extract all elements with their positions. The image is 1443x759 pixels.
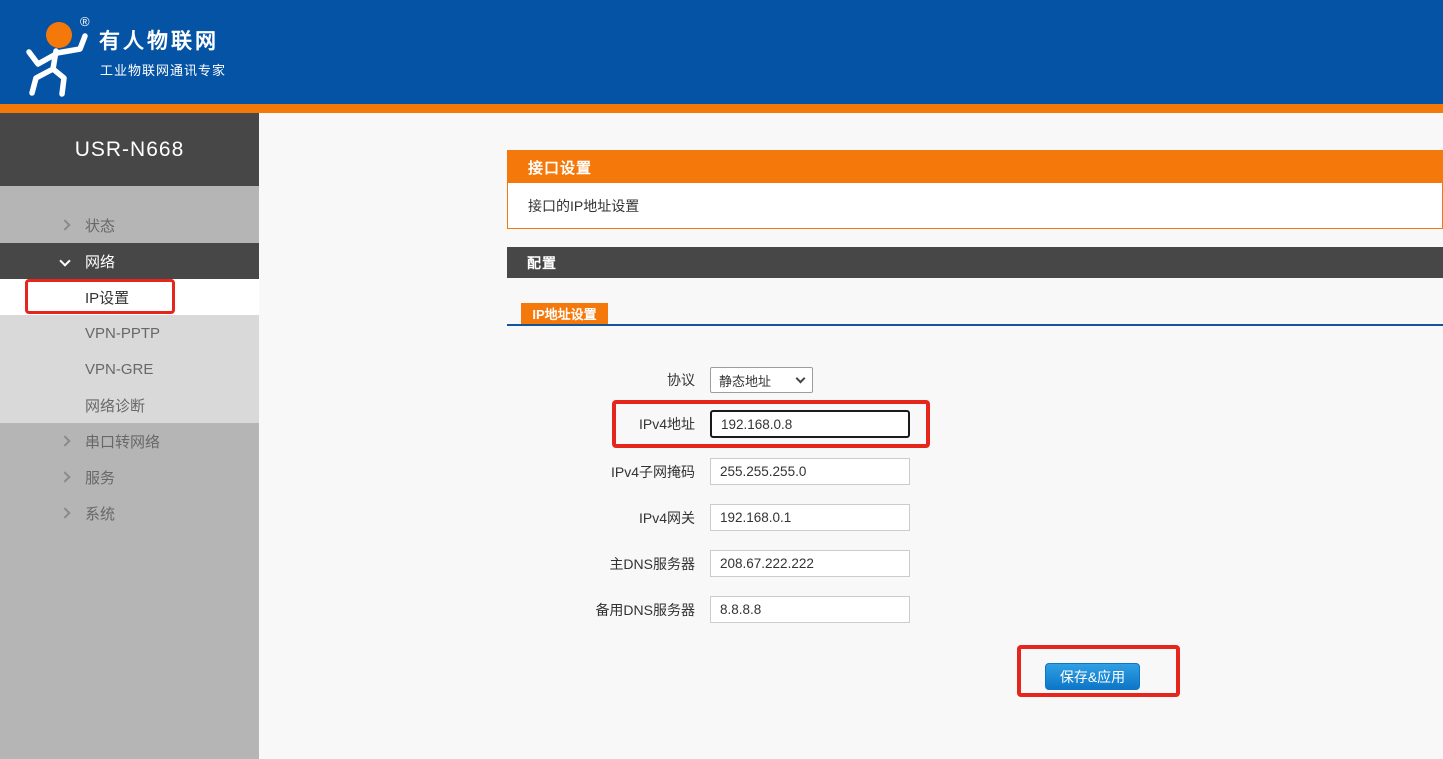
brand-title: 有人物联网 xyxy=(99,25,219,55)
tab-underline xyxy=(507,324,1443,326)
form-row-primary-dns: 主DNS服务器 xyxy=(507,550,910,577)
primary-dns-input[interactable] xyxy=(710,550,910,577)
chevron-right-icon xyxy=(59,219,70,230)
ipv4-netmask-label: IPv4子网掩码 xyxy=(507,462,695,482)
sidebar-item-vpn-gre[interactable]: VPN-GRE xyxy=(0,351,259,387)
form-row-ipv4-address: IPv4地址 xyxy=(507,410,910,438)
backup-dns-input[interactable] xyxy=(710,596,910,623)
form-row-ipv4-netmask: IPv4子网掩码 xyxy=(507,458,910,485)
chevron-down-icon xyxy=(59,255,70,266)
sidebar: USR-N668 状态 网络 IP设置 VPN-PPTP VPN-GRE 网络诊… xyxy=(0,113,259,759)
chevron-right-icon xyxy=(59,435,70,446)
select-chevron-down-icon xyxy=(796,374,806,384)
form-row-backup-dns: 备用DNS服务器 xyxy=(507,596,910,623)
section-title: 配置 xyxy=(527,253,557,273)
chevron-right-icon xyxy=(59,507,70,518)
ipv4-gateway-label: IPv4网关 xyxy=(507,508,695,528)
ipv4-netmask-input[interactable] xyxy=(710,458,910,485)
sidebar-item-status[interactable]: 状态 xyxy=(0,207,259,243)
sidebar-item-vpn-pptp[interactable]: VPN-PPTP xyxy=(0,315,259,351)
page-info-panel: 接口设置 接口的IP地址设置 xyxy=(507,150,1443,229)
sidebar-item-network[interactable]: 网络 xyxy=(0,243,259,279)
backup-dns-label: 备用DNS服务器 xyxy=(507,600,695,620)
sidebar-item-system[interactable]: 系统 xyxy=(0,495,259,531)
main-content: 接口设置 接口的IP地址设置 配置 IP地址设置 协议 静态地址 IPv4地址 … xyxy=(507,0,1443,759)
config-section-bar: 配置 xyxy=(507,247,1443,278)
brand-tagline: 工业物联网通讯专家 xyxy=(100,60,226,79)
page-title: 接口设置 xyxy=(528,157,592,178)
device-model-header: USR-N668 xyxy=(0,113,259,186)
sidebar-item-serial-to-network[interactable]: 串口转网络 xyxy=(0,423,259,459)
page-description: 接口的IP地址设置 xyxy=(508,183,1442,228)
sidebar-item-services[interactable]: 服务 xyxy=(0,459,259,495)
ipv4-address-input[interactable] xyxy=(710,410,910,438)
registered-trademark: ® xyxy=(80,14,90,29)
form-row-ipv4-gateway: IPv4网关 xyxy=(507,504,910,531)
sidebar-item-network-diagnosis[interactable]: 网络诊断 xyxy=(0,387,259,423)
primary-dns-label: 主DNS服务器 xyxy=(507,554,695,574)
sidebar-item-ip-settings[interactable]: IP设置 xyxy=(0,279,259,315)
ipv4-address-label: IPv4地址 xyxy=(507,414,695,434)
chevron-right-icon xyxy=(59,471,70,482)
protocol-select[interactable]: 静态地址 xyxy=(710,367,813,393)
save-apply-button[interactable]: 保存&应用 xyxy=(1045,663,1140,690)
ipv4-gateway-input[interactable] xyxy=(710,504,910,531)
sidebar-menu: 状态 网络 IP设置 VPN-PPTP VPN-GRE 网络诊断 串口转网络 服… xyxy=(0,186,259,531)
form-row-protocol: 协议 静态地址 xyxy=(507,367,813,393)
protocol-label: 协议 xyxy=(507,370,695,390)
device-model: USR-N668 xyxy=(75,138,185,162)
tab-ip-address-settings[interactable]: IP地址设置 xyxy=(521,303,608,324)
page-title-bar: 接口设置 xyxy=(508,151,1442,183)
usr-runner-logo-icon xyxy=(12,6,104,101)
